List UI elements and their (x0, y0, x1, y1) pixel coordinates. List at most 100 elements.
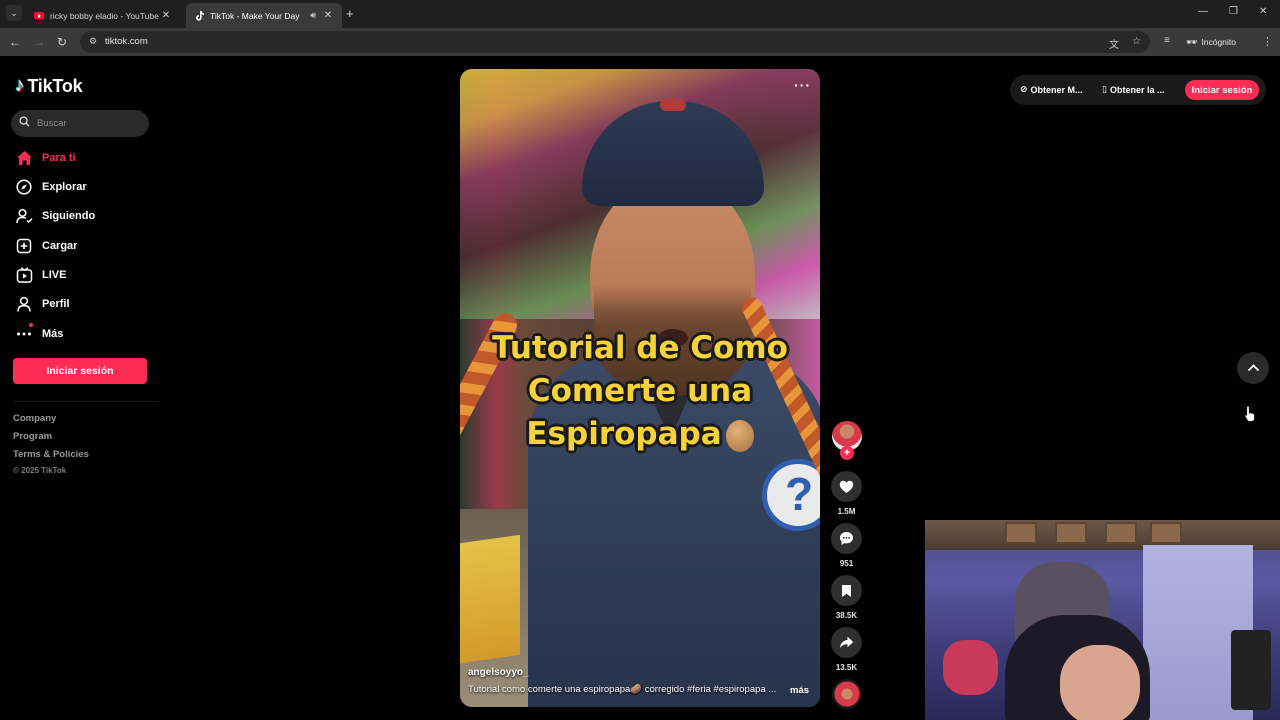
more-icon (15, 323, 33, 343)
music-disc[interactable] (832, 679, 862, 709)
save-count: 38.5K (835, 611, 858, 620)
sidebar-divider (13, 401, 159, 402)
description-more-link[interactable]: más (790, 685, 809, 696)
site-info-icon[interactable]: ⚙ (89, 36, 97, 47)
sidebar-item-label: Más (42, 328, 64, 340)
bookmark-icon[interactable] (831, 575, 862, 606)
tab-search-button[interactable]: ⌄ (6, 5, 22, 21)
forward-button[interactable]: → (33, 35, 45, 49)
caption-line: Espiropapa (526, 416, 722, 452)
copyright-text: © 2025 TikTok (13, 466, 67, 475)
tab-title: ricky bobby eladio - YouTube (50, 10, 159, 21)
search-input[interactable]: Buscar (11, 110, 149, 137)
caption-line: Comerte una (527, 373, 753, 409)
close-tab-icon[interactable]: ✕ (322, 10, 334, 21)
profile-icon (15, 295, 33, 313)
home-icon (15, 149, 33, 167)
share-count: 13.5K (835, 663, 858, 672)
footer-link-terms[interactable]: Terms & Policies (13, 449, 89, 460)
live-icon (15, 266, 33, 284)
back-button[interactable]: ← (9, 35, 21, 49)
sidebar-item-mas[interactable]: Más (15, 323, 63, 345)
incognito-icon: 🕶︎ (1186, 36, 1198, 47)
potato-icon (725, 419, 754, 452)
sidebar-item-explorar[interactable]: Explorar (15, 176, 87, 198)
plus-icon: + (843, 447, 851, 459)
minimize-button[interactable]: — (1198, 6, 1208, 17)
close-tab-icon[interactable]: ✕ (160, 10, 172, 21)
get-app-mobile-button[interactable]: ▯ Obtener la ... (1102, 84, 1164, 95)
share-action[interactable]: 13.5K (831, 627, 862, 672)
media-controls-icon[interactable]: ≡ (1164, 35, 1170, 46)
caption-line: Tutorial de Como (492, 330, 788, 366)
plus-icon: + (346, 6, 354, 21)
speaker-icon[interactable]: 🔊︎ (310, 10, 316, 21)
tab-youtube[interactable]: ricky bobby eladio - YouTube ✕ (26, 3, 180, 28)
kebab-menu-icon: ⋮ (1262, 36, 1273, 48)
follow-plus-button[interactable]: + (840, 446, 854, 460)
heart-icon[interactable] (831, 471, 862, 502)
tab-tiktok[interactable]: TikTok - Make Your Day 🔊︎ ✕ (186, 3, 342, 28)
header-login-button[interactable]: Iniciar sesión (1185, 80, 1259, 100)
footer-link-company[interactable]: Company (13, 413, 56, 424)
chevron-up-icon (1247, 364, 1259, 372)
video-options-button[interactable]: ··· (794, 77, 811, 93)
previous-video-button[interactable] (1237, 352, 1269, 384)
restore-button[interactable]: ❐ (1229, 6, 1238, 17)
sidebar-item-label: LIVE (42, 269, 67, 281)
get-app-button[interactable]: ⊘ Obtener M... (1020, 84, 1083, 95)
translate-icon[interactable]: 文 (1109, 36, 1119, 51)
tiktok-logo-icon: ♪ (15, 75, 25, 96)
footer-link-program[interactable]: Program (13, 431, 52, 442)
sidebar-item-perfil[interactable]: Perfil (15, 293, 70, 315)
new-tab-button[interactable]: + (346, 6, 354, 21)
sidebar-item-label: Perfil (42, 298, 70, 310)
sidebar-item-para-ti[interactable]: Para ti (15, 147, 76, 169)
following-icon (15, 207, 33, 225)
search-icon (19, 116, 30, 127)
video-author[interactable]: angelsoyyo_ (468, 667, 529, 678)
like-count: 1.5M (837, 507, 856, 516)
video-player[interactable]: Tutorial de Como Comerte una Espiropapa … (460, 69, 820, 707)
browser-tab-bar: ⌄ ricky bobby eladio - YouTube ✕ TikTok … (0, 0, 1280, 28)
address-bar[interactable]: ⚙ tiktok.com 文 ☆ (80, 31, 1150, 53)
like-action[interactable]: 1.5M (831, 471, 862, 516)
upload-icon (15, 237, 33, 255)
mouse-cursor-icon (1244, 405, 1255, 422)
search-placeholder: Buscar (37, 118, 67, 129)
youtube-icon (34, 11, 44, 21)
comment-count: 951 (839, 559, 854, 568)
arrow-right-icon: → (33, 35, 45, 49)
reload-icon: ↻ (57, 35, 68, 49)
comment-icon[interactable] (831, 523, 862, 554)
save-action[interactable]: 38.5K (831, 575, 862, 620)
sidebar-item-siguiendo[interactable]: Siguiendo (15, 205, 95, 227)
incognito-label: Incógnito (1201, 37, 1236, 47)
compass-small-icon: ⊘ (1020, 84, 1028, 94)
incognito-indicator[interactable]: 🕶︎ Incógnito (1186, 33, 1236, 51)
sidebar-item-label: Para ti (42, 152, 76, 164)
sidebar-item-label: Cargar (42, 240, 78, 252)
close-window-button[interactable]: ✕ (1259, 6, 1267, 17)
reload-button[interactable]: ↻ (57, 35, 67, 49)
sidebar-item-label: Siguiendo (42, 210, 96, 222)
sidebar-item-live[interactable]: LIVE (15, 264, 66, 286)
tiktok-logo[interactable]: ♪ TikTok (15, 75, 83, 97)
url-text: tiktok.com (105, 36, 148, 47)
share-icon[interactable] (831, 627, 862, 658)
tab-title: TikTok - Make Your Day (210, 10, 300, 21)
bookmark-star-icon[interactable]: ☆ (1132, 36, 1141, 47)
sidebar-login-button[interactable]: Iniciar sesión (13, 358, 147, 384)
chevron-down-icon: ⌄ (10, 7, 18, 18)
compass-icon (15, 178, 33, 196)
comment-action[interactable]: 951 (831, 523, 862, 568)
minimize-icon: — (1198, 6, 1208, 17)
get-app-mobile-label: Obtener la ... (1109, 84, 1165, 95)
webcam-overlay (925, 520, 1280, 720)
sidebar-item-cargar[interactable]: Cargar (15, 235, 77, 257)
notification-dot (29, 323, 33, 327)
restore-icon: ❐ (1229, 6, 1238, 17)
browser-menu-button[interactable]: ⋮ (1262, 35, 1273, 48)
close-icon: ✕ (1259, 6, 1268, 17)
more-horizontal-icon: ··· (794, 77, 811, 93)
